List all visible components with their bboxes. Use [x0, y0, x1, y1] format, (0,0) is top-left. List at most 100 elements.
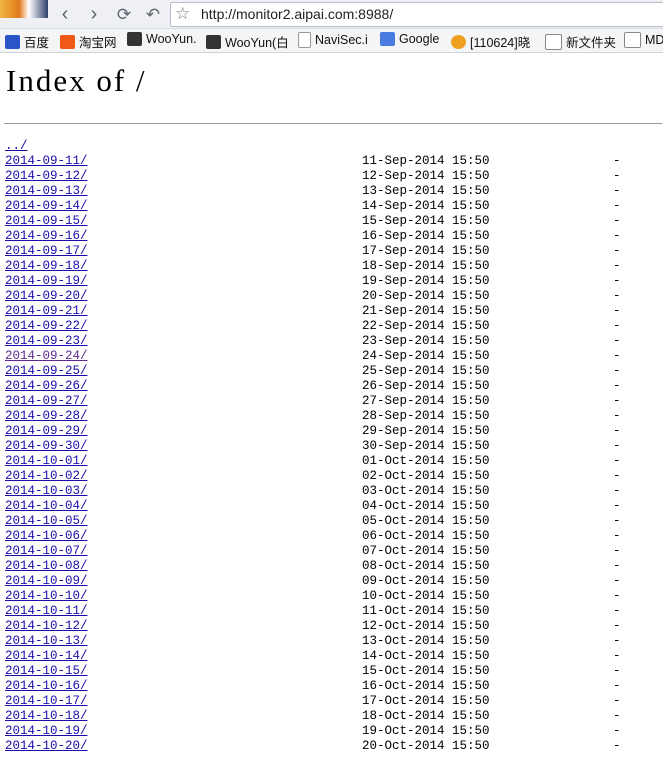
directory-link[interactable]: 2014-10-05/ — [5, 514, 88, 528]
directory-row: 2014-10-05/05-Oct-2014 15:50 - — [5, 514, 621, 529]
directory-link[interactable]: 2014-09-12/ — [5, 169, 88, 183]
bookmark-navisec[interactable]: NaviSec.i — [298, 32, 368, 48]
directory-link[interactable]: 2014-10-02/ — [5, 469, 88, 483]
modified-date: 06-Oct-2014 15:50 — [362, 529, 490, 543]
file-size: - — [613, 604, 621, 618]
directory-link[interactable]: 2014-10-17/ — [5, 694, 88, 708]
directory-link[interactable]: 2014-09-17/ — [5, 244, 88, 258]
file-size: - — [613, 154, 621, 168]
wooyun-icon — [127, 32, 142, 46]
directory-row: 2014-10-08/08-Oct-2014 15:50 - — [5, 559, 621, 574]
bookmark-google[interactable]: Google — [380, 32, 439, 46]
modified-date: 04-Oct-2014 15:50 — [362, 499, 490, 513]
directory-link[interactable]: 2014-10-07/ — [5, 544, 88, 558]
modified-date: 24-Sep-2014 15:50 — [362, 349, 490, 363]
directory-row: 2014-10-06/06-Oct-2014 15:50 - — [5, 529, 621, 544]
directory-link[interactable]: 2014-09-11/ — [5, 154, 88, 168]
directory-link[interactable]: 2014-09-22/ — [5, 319, 88, 333]
directory-link[interactable]: 2014-10-04/ — [5, 499, 88, 513]
directory-link[interactable]: 2014-09-16/ — [5, 229, 88, 243]
file-size: - — [613, 304, 621, 318]
directory-link[interactable]: 2014-10-20/ — [5, 739, 88, 753]
file-size: - — [613, 619, 621, 633]
directory-link[interactable]: 2014-09-30/ — [5, 439, 88, 453]
directory-link[interactable]: 2014-10-08/ — [5, 559, 88, 573]
directory-link[interactable]: 2014-09-21/ — [5, 304, 88, 318]
parent-directory-link[interactable]: ../ — [5, 139, 28, 153]
file-size: - — [613, 244, 621, 258]
modified-date: 11-Oct-2014 15:50 — [362, 604, 490, 618]
directory-row: 2014-09-11/11-Sep-2014 15:50 - — [5, 154, 621, 169]
modified-date: 29-Sep-2014 15:50 — [362, 424, 490, 438]
reload-icon[interactable]: ⟳ — [113, 3, 135, 25]
directory-link[interactable]: 2014-10-13/ — [5, 634, 88, 648]
directory-link[interactable]: 2014-10-01/ — [5, 454, 88, 468]
wooyun-icon — [206, 34, 221, 49]
directory-link[interactable]: 2014-10-09/ — [5, 574, 88, 588]
directory-link[interactable]: 2014-09-20/ — [5, 289, 88, 303]
address-bar[interactable]: ☆ http://monitor2.aipai.com:8988/ — [170, 2, 663, 27]
directory-row: 2014-10-19/19-Oct-2014 15:50 - — [5, 724, 621, 739]
tab-favicon[interactable] — [0, 0, 48, 18]
directory-row: 2014-10-20/20-Oct-2014 15:50 - — [5, 739, 621, 754]
bookmark-label: WooYun(白 — [225, 36, 289, 50]
directory-link[interactable]: 2014-09-29/ — [5, 424, 88, 438]
url-text[interactable]: http://monitor2.aipai.com:8988/ — [201, 6, 393, 22]
directory-link[interactable]: 2014-10-16/ — [5, 679, 88, 693]
bookmarks-bar: 百度 淘宝网 WooYun. WooYun(白 NaviSec.i Google… — [0, 29, 663, 53]
bookmark-folder-md5[interactable]: MD5 — [624, 32, 663, 48]
file-size: - — [613, 334, 621, 348]
bookmark-wooyun[interactable]: WooYun. — [127, 32, 197, 46]
directory-link[interactable]: 2014-09-14/ — [5, 199, 88, 213]
modified-date: 14-Oct-2014 15:50 — [362, 649, 490, 663]
file-size: - — [613, 259, 621, 273]
directory-link[interactable]: 2014-10-12/ — [5, 619, 88, 633]
undo-icon[interactable]: ↶ — [142, 3, 164, 25]
directory-link[interactable]: 2014-09-26/ — [5, 379, 88, 393]
modified-date: 05-Oct-2014 15:50 — [362, 514, 490, 528]
divider — [4, 123, 662, 124]
directory-link[interactable]: 2014-09-27/ — [5, 394, 88, 408]
folder-icon — [545, 33, 562, 50]
directory-link[interactable]: 2014-10-06/ — [5, 529, 88, 543]
directory-link[interactable]: 2014-10-15/ — [5, 664, 88, 678]
directory-link[interactable]: 2014-09-15/ — [5, 214, 88, 228]
forward-icon[interactable]: › — [83, 3, 105, 25]
google-icon — [380, 32, 395, 46]
modified-date: 19-Oct-2014 15:50 — [362, 724, 490, 738]
directory-link[interactable]: 2014-09-24/ — [5, 349, 88, 363]
directory-link[interactable]: 2014-10-14/ — [5, 649, 88, 663]
file-size: - — [613, 214, 621, 228]
rss-icon — [451, 34, 466, 49]
directory-link[interactable]: 2014-10-10/ — [5, 589, 88, 603]
directory-link[interactable]: 2014-10-19/ — [5, 724, 88, 738]
directory-link[interactable]: 2014-10-11/ — [5, 604, 88, 618]
file-size: - — [613, 469, 621, 483]
file-size: - — [613, 724, 621, 738]
directory-row: 2014-10-11/11-Oct-2014 15:50 - — [5, 604, 621, 619]
file-size: - — [613, 364, 621, 378]
directory-link[interactable]: 2014-10-03/ — [5, 484, 88, 498]
back-icon[interactable]: ‹ — [54, 3, 76, 25]
directory-link[interactable]: 2014-09-28/ — [5, 409, 88, 423]
bookmark-wooyun-white[interactable]: WooYun(白 — [206, 32, 289, 51]
directory-link[interactable]: 2014-09-25/ — [5, 364, 88, 378]
directory-link[interactable]: 2014-09-19/ — [5, 274, 88, 288]
modified-date: 22-Sep-2014 15:50 — [362, 319, 490, 333]
directory-row: 2014-10-04/04-Oct-2014 15:50 - — [5, 499, 621, 514]
bookmark-folder-new[interactable]: 新文件夹 — [545, 32, 616, 51]
bookmark-taobao[interactable]: 淘宝网 — [60, 32, 117, 51]
directory-link[interactable]: 2014-09-23/ — [5, 334, 88, 348]
bookmark-label: NaviSec.i — [315, 33, 368, 47]
bookmark-baidu[interactable]: 百度 — [5, 32, 49, 51]
directory-link[interactable]: 2014-09-13/ — [5, 184, 88, 198]
modified-date: 18-Oct-2014 15:50 — [362, 709, 490, 723]
directory-link[interactable]: 2014-10-18/ — [5, 709, 88, 723]
star-icon[interactable]: ☆ — [175, 4, 190, 24]
directory-link[interactable]: 2014-09-18/ — [5, 259, 88, 273]
directory-row: 2014-09-20/20-Sep-2014 15:50 - — [5, 289, 621, 304]
modified-date: 03-Oct-2014 15:50 — [362, 484, 490, 498]
bookmark-110624[interactable]: [110624]晓 — [451, 32, 530, 51]
modified-date: 09-Oct-2014 15:50 — [362, 574, 490, 588]
directory-row: 2014-09-23/23-Sep-2014 15:50 - — [5, 334, 621, 349]
